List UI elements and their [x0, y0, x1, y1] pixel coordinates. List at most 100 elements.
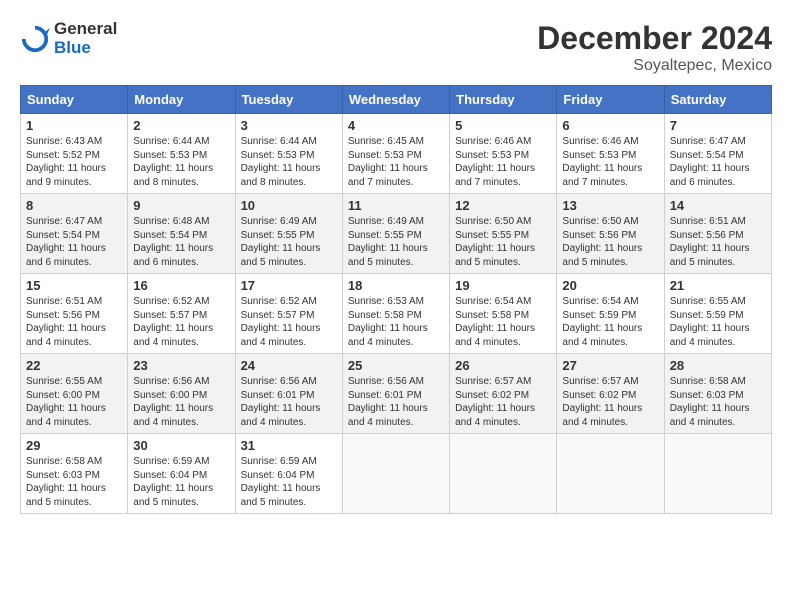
header-friday: Friday: [557, 86, 664, 114]
day-number: 10: [241, 198, 337, 213]
day-info: Sunrise: 6:47 AMSunset: 5:54 PMDaylight:…: [26, 215, 122, 269]
day-info: Sunrise: 6:53 AMSunset: 5:58 PMDaylight:…: [348, 295, 444, 349]
day-cell-12: 12 Sunrise: 6:50 AMSunset: 5:55 PMDayligh…: [450, 194, 557, 274]
day-number: 7: [670, 118, 766, 133]
day-cell-10: 10 Sunrise: 6:49 AMSunset: 5:55 PMDayligh…: [235, 194, 342, 274]
empty-cell: [557, 434, 664, 514]
day-number: 26: [455, 358, 551, 373]
day-info: Sunrise: 6:43 AMSunset: 5:52 PMDaylight:…: [26, 135, 122, 189]
day-cell-2: 2Sunrise: 6:44 AMSunset: 5:53 PMDaylight…: [128, 114, 235, 194]
day-info: Sunrise: 6:58 AMSunset: 6:03 PMDaylight:…: [670, 375, 766, 429]
logo-text: General Blue: [54, 20, 117, 57]
day-cell-31: 31 Sunrise: 6:59 AMSunset: 6:04 PMDayligh…: [235, 434, 342, 514]
title-month: December 2024: [537, 20, 772, 57]
week-row-1: 1Sunrise: 6:43 AMSunset: 5:52 PMDaylight…: [21, 114, 772, 194]
day-info: Sunrise: 6:58 AMSunset: 6:03 PMDaylight:…: [26, 455, 122, 509]
day-cell-14: 14Sunrise: 6:51 AMSunset: 5:56 PMDayligh…: [664, 194, 771, 274]
week-row-5: 29 Sunrise: 6:58 AMSunset: 6:03 PMDayligh…: [21, 434, 772, 514]
day-number: 20: [562, 278, 658, 293]
day-info: Sunrise: 6:54 AMSunset: 5:59 PMDaylight:…: [562, 295, 658, 349]
day-info: Sunrise: 6:49 AMSunset: 5:55 PMDaylight:…: [241, 215, 337, 269]
header-sunday: Sunday: [21, 86, 128, 114]
day-number: 18: [348, 278, 444, 293]
empty-cell: [342, 434, 449, 514]
day-info: Sunrise: 6:59 AMSunset: 6:04 PMDaylight:…: [133, 455, 229, 509]
week-row-2: 8 Sunrise: 6:47 AMSunset: 5:54 PMDaylight…: [21, 194, 772, 274]
day-info: Sunrise: 6:47 AMSunset: 5:54 PMDaylight:…: [670, 135, 766, 189]
day-cell-7: 7 Sunrise: 6:47 AMSunset: 5:54 PMDaylight…: [664, 114, 771, 194]
day-cell-16: 16 Sunrise: 6:52 AMSunset: 5:57 PMDayligh…: [128, 274, 235, 354]
day-number: 28: [670, 358, 766, 373]
day-cell-8: 8 Sunrise: 6:47 AMSunset: 5:54 PMDaylight…: [21, 194, 128, 274]
day-cell-4: 4Sunrise: 6:45 AMSunset: 5:53 PMDaylight…: [342, 114, 449, 194]
logo: General Blue: [20, 20, 117, 57]
day-number: 24: [241, 358, 337, 373]
day-cell-21: 21 Sunrise: 6:55 AMSunset: 5:59 PMDayligh…: [664, 274, 771, 354]
day-number: 15: [26, 278, 122, 293]
header-wednesday: Wednesday: [342, 86, 449, 114]
day-number: 5: [455, 118, 551, 133]
day-info: Sunrise: 6:44 AMSunset: 5:53 PMDaylight:…: [241, 135, 337, 189]
logo-icon: [20, 24, 50, 54]
day-cell-29: 29 Sunrise: 6:58 AMSunset: 6:03 PMDayligh…: [21, 434, 128, 514]
day-cell-15: 15 Sunrise: 6:51 AMSunset: 5:56 PMDayligh…: [21, 274, 128, 354]
header-thursday: Thursday: [450, 86, 557, 114]
day-number: 14: [670, 198, 766, 213]
day-info: Sunrise: 6:46 AMSunset: 5:53 PMDaylight:…: [562, 135, 658, 189]
week-row-4: 22Sunrise: 6:55 AMSunset: 6:00 PMDayligh…: [21, 354, 772, 434]
calendar-table: SundayMondayTuesdayWednesdayThursdayFrid…: [20, 85, 772, 514]
day-info: Sunrise: 6:57 AMSunset: 6:02 PMDaylight:…: [455, 375, 551, 429]
day-cell-18: 18 Sunrise: 6:53 AMSunset: 5:58 PMDayligh…: [342, 274, 449, 354]
day-cell-22: 22Sunrise: 6:55 AMSunset: 6:00 PMDayligh…: [21, 354, 128, 434]
day-number: 21: [670, 278, 766, 293]
day-number: 23: [133, 358, 229, 373]
day-info: Sunrise: 6:44 AMSunset: 5:53 PMDaylight:…: [133, 135, 229, 189]
page-header: General Blue December 2024 Soyaltepec, M…: [20, 20, 772, 75]
day-cell-24: 24Sunrise: 6:56 AMSunset: 6:01 PMDayligh…: [235, 354, 342, 434]
header-tuesday: Tuesday: [235, 86, 342, 114]
header-monday: Monday: [128, 86, 235, 114]
day-info: Sunrise: 6:55 AMSunset: 5:59 PMDaylight:…: [670, 295, 766, 349]
day-cell-20: 20 Sunrise: 6:54 AMSunset: 5:59 PMDayligh…: [557, 274, 664, 354]
day-info: Sunrise: 6:54 AMSunset: 5:58 PMDaylight:…: [455, 295, 551, 349]
day-cell-5: 5Sunrise: 6:46 AMSunset: 5:53 PMDaylight…: [450, 114, 557, 194]
day-info: Sunrise: 6:59 AMSunset: 6:04 PMDaylight:…: [241, 455, 337, 509]
day-cell-11: 11Sunrise: 6:49 AMSunset: 5:55 PMDayligh…: [342, 194, 449, 274]
header-saturday: Saturday: [664, 86, 771, 114]
day-number: 9: [133, 198, 229, 213]
day-cell-9: 9 Sunrise: 6:48 AMSunset: 5:54 PMDaylight…: [128, 194, 235, 274]
day-number: 3: [241, 118, 337, 133]
day-info: Sunrise: 6:56 AMSunset: 6:00 PMDaylight:…: [133, 375, 229, 429]
day-info: Sunrise: 6:50 AMSunset: 5:56 PMDaylight:…: [562, 215, 658, 269]
day-number: 4: [348, 118, 444, 133]
day-info: Sunrise: 6:52 AMSunset: 5:57 PMDaylight:…: [133, 295, 229, 349]
day-number: 29: [26, 438, 122, 453]
day-number: 27: [562, 358, 658, 373]
title-block: December 2024 Soyaltepec, Mexico: [537, 20, 772, 75]
title-location: Soyaltepec, Mexico: [537, 57, 772, 75]
day-number: 22: [26, 358, 122, 373]
day-info: Sunrise: 6:51 AMSunset: 5:56 PMDaylight:…: [26, 295, 122, 349]
day-info: Sunrise: 6:50 AMSunset: 5:55 PMDaylight:…: [455, 215, 551, 269]
week-row-3: 15 Sunrise: 6:51 AMSunset: 5:56 PMDayligh…: [21, 274, 772, 354]
header-row: SundayMondayTuesdayWednesdayThursdayFrid…: [21, 86, 772, 114]
day-number: 17: [241, 278, 337, 293]
day-number: 16: [133, 278, 229, 293]
day-info: Sunrise: 6:49 AMSunset: 5:55 PMDaylight:…: [348, 215, 444, 269]
empty-cell: [664, 434, 771, 514]
day-number: 19: [455, 278, 551, 293]
day-cell-1: 1Sunrise: 6:43 AMSunset: 5:52 PMDaylight…: [21, 114, 128, 194]
day-cell-3: 3 Sunrise: 6:44 AMSunset: 5:53 PMDaylight…: [235, 114, 342, 194]
day-info: Sunrise: 6:57 AMSunset: 6:02 PMDaylight:…: [562, 375, 658, 429]
logo-general: General: [54, 20, 117, 39]
day-number: 8: [26, 198, 122, 213]
day-cell-13: 13 Sunrise: 6:50 AMSunset: 5:56 PMDayligh…: [557, 194, 664, 274]
day-cell-30: 30Sunrise: 6:59 AMSunset: 6:04 PMDayligh…: [128, 434, 235, 514]
day-number: 31: [241, 438, 337, 453]
day-number: 6: [562, 118, 658, 133]
day-number: 13: [562, 198, 658, 213]
day-number: 12: [455, 198, 551, 213]
logo-blue: Blue: [54, 39, 117, 58]
day-info: Sunrise: 6:48 AMSunset: 5:54 PMDaylight:…: [133, 215, 229, 269]
empty-cell: [450, 434, 557, 514]
